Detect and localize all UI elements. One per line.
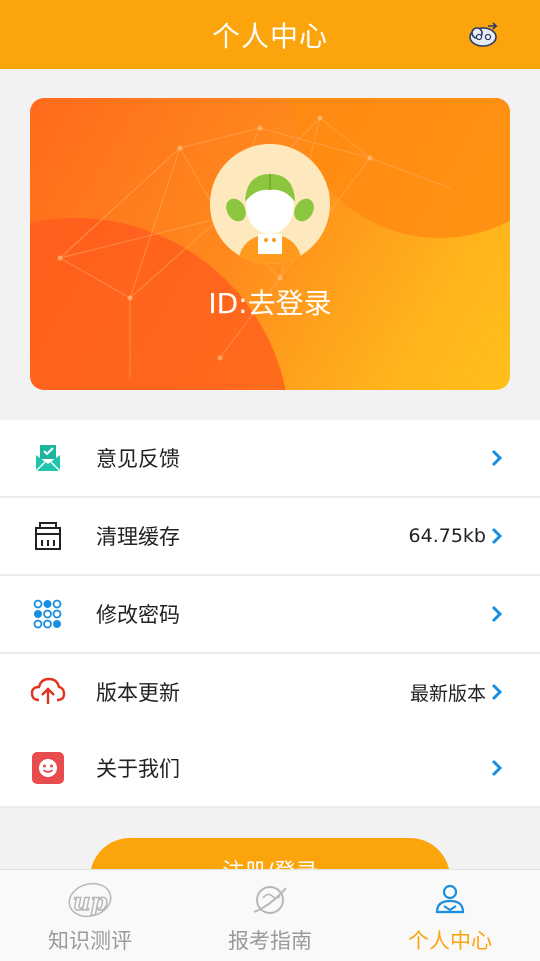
chevron-right-icon — [491, 683, 502, 701]
tab-personal-center[interactable]: 个人中心 — [360, 870, 540, 961]
version-status-value: 最新版本 — [409, 682, 486, 705]
profile-card[interactable]: ID:去登录 — [30, 98, 510, 390]
girl-avatar-icon — [210, 144, 330, 264]
chevron-right-icon — [491, 449, 502, 467]
menu-item-change-password[interactable]: 修改密码 — [0, 576, 540, 654]
person-icon — [435, 884, 465, 914]
settings-list: 意见反馈 清理缓存 64.75kb 修改密码 版本更新 最新版本 — [0, 420, 540, 730]
chevron-right-icon — [491, 605, 502, 623]
cache-size-value: 64.75kb — [408, 525, 486, 547]
menu-item-clear-cache[interactable]: 清理缓存 64.75kb — [0, 498, 540, 576]
svg-text:up: up — [73, 887, 107, 916]
bottom-tab-bar: up 知识测评 报考指南 个人中心 — [0, 869, 540, 961]
tab-label: 个人中心 — [408, 929, 492, 953]
cache-box-icon — [35, 522, 61, 550]
menu-label: 意见反馈 — [96, 447, 180, 471]
menu-label: 修改密码 — [96, 603, 180, 627]
menu-item-about-us[interactable]: 关于我们 — [0, 730, 540, 808]
chevron-right-icon — [491, 527, 502, 545]
tab-label: 报考指南 — [228, 929, 312, 953]
tab-label: 知识测评 — [48, 929, 132, 953]
menu-item-feedback[interactable]: 意见反馈 — [0, 420, 540, 498]
top-bar: 个人中心 — [0, 0, 540, 69]
menu-label: 关于我们 — [96, 757, 180, 781]
about-list: 关于我们 — [0, 730, 540, 808]
chevron-right-icon — [491, 759, 502, 777]
up-logo-icon: up — [68, 882, 112, 918]
password-keypad-icon — [33, 599, 62, 629]
feedback-envelope-icon — [35, 445, 61, 472]
cloud-upload-icon — [30, 677, 66, 704]
compass-planet-icon — [253, 886, 287, 914]
settings-cloud-icon[interactable] — [466, 18, 500, 52]
login-id-text[interactable]: ID:去登录 — [30, 282, 510, 322]
avatar[interactable] — [210, 144, 330, 264]
menu-label: 清理缓存 — [96, 525, 180, 549]
menu-label: 版本更新 — [96, 681, 180, 705]
smiley-face-icon — [32, 752, 64, 784]
tab-knowledge-test[interactable]: up 知识测评 — [0, 870, 180, 961]
tab-exam-guide[interactable]: 报考指南 — [180, 870, 360, 961]
page-title: 个人中心 — [211, 19, 328, 53]
menu-item-version-update[interactable]: 版本更新 最新版本 — [0, 654, 540, 730]
